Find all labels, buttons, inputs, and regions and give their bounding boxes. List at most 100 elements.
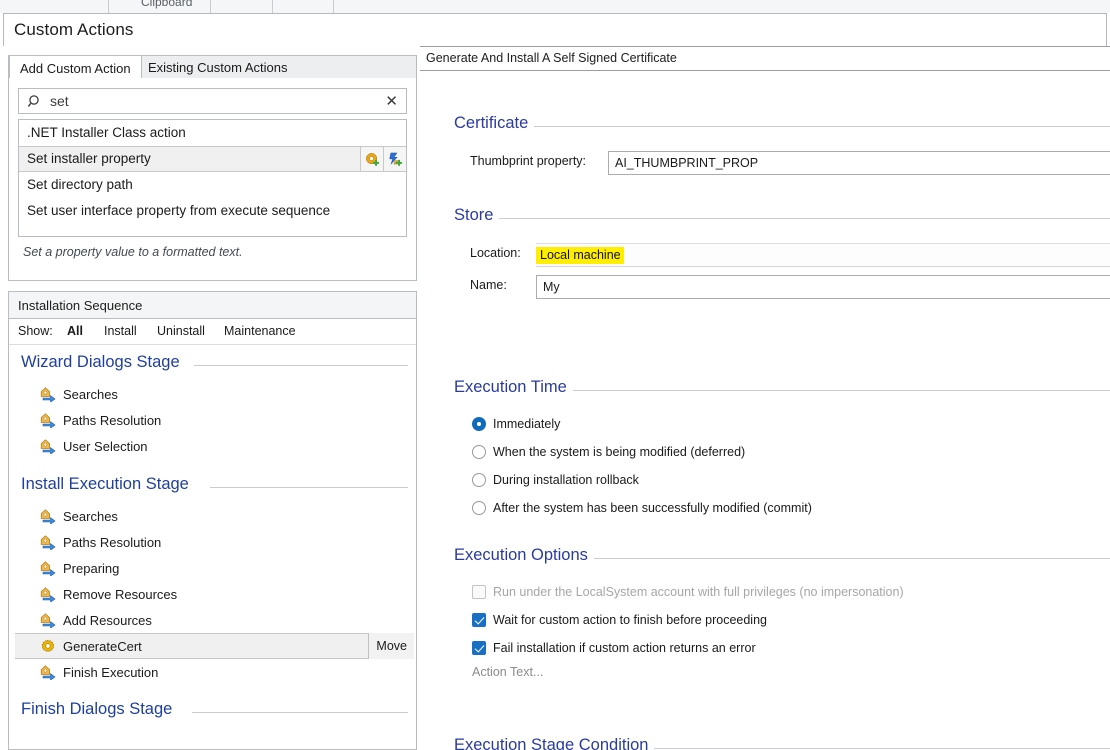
installation-sequence-body: Show: All Install Uninstall Maintenance …	[8, 319, 417, 750]
add-custom-action-bolt-icon[interactable]	[383, 147, 406, 171]
sequence-stage-list: Wizard Dialogs Stage Searches Paths Reso…	[9, 345, 416, 728]
sequence-step-icon	[39, 664, 56, 681]
sequence-item-label: Remove Resources	[63, 586, 178, 602]
stage-rule	[210, 487, 408, 488]
ribbon-separator	[108, 0, 109, 13]
sequence-step-icon	[39, 412, 56, 429]
sequence-item-add-resources[interactable]: Add Resources	[9, 607, 416, 633]
sequence-item-label: GenerateCert	[63, 638, 142, 654]
group-rule	[454, 218, 1110, 219]
right-pane: Generate And Install A Self Signed Certi…	[420, 46, 1110, 750]
sequence-step-icon	[39, 508, 56, 525]
show-filter-label: Show:	[18, 324, 53, 338]
radio-icon[interactable]	[472, 473, 486, 487]
page-title: Custom Actions	[14, 20, 134, 39]
ribbon-separator	[333, 0, 334, 13]
thumbprint-property-label: Thumbprint property:	[470, 154, 587, 168]
show-filter-all[interactable]: All	[67, 324, 83, 338]
ribbon-separator	[272, 0, 273, 13]
execution-time-option-commit[interactable]: After the system has been successfully m…	[472, 496, 812, 520]
sequence-item-label: Finish Execution	[63, 664, 159, 680]
show-filter-maintenance[interactable]: Maintenance	[224, 324, 296, 338]
stage-header-finish-dialogs: Finish Dialogs Stage	[9, 698, 416, 728]
sequence-item-label: Searches	[63, 508, 118, 524]
store-location-row: Location: Local machine	[420, 243, 1110, 267]
store-location-label: Location:	[470, 246, 521, 260]
search-box[interactable]: set ✕	[18, 88, 407, 114]
add-custom-action-gear-icon[interactable]	[360, 147, 383, 171]
installation-sequence-header: Installation Sequence	[8, 291, 417, 319]
ribbon-group-label-clipboard: Clipboard	[141, 0, 193, 9]
show-filter-uninstall[interactable]: Uninstall	[157, 324, 205, 338]
sequence-item-paths-resolution-wizard[interactable]: Paths Resolution	[9, 407, 416, 433]
list-item[interactable]: Set user interface property from execute…	[19, 198, 406, 224]
clear-search-icon[interactable]: ✕	[385, 92, 398, 111]
group-title-execution-stage-condition: Execution Stage Condition	[454, 736, 655, 750]
show-filter-install[interactable]: Install	[104, 324, 137, 338]
group-rule	[454, 126, 1110, 127]
sequence-step-icon	[39, 586, 56, 603]
execution-time-option-deferred[interactable]: When the system is being modified (defer…	[472, 440, 745, 464]
installation-sequence-title: Installation Sequence	[18, 298, 143, 313]
stage-rule	[192, 712, 408, 713]
sequence-step-icon	[39, 612, 56, 629]
option-label: During installation rollback	[493, 473, 639, 487]
sequence-item-label: Add Resources	[63, 612, 152, 628]
checkbox-icon[interactable]	[472, 613, 486, 627]
search-input-value[interactable]: set	[50, 93, 69, 109]
sequence-item-label: Preparing	[63, 560, 120, 576]
group-title-execution-options: Execution Options	[454, 546, 594, 565]
list-item[interactable]: Set directory path	[19, 172, 406, 198]
execution-time-option-rollback[interactable]: During installation rollback	[472, 468, 639, 492]
store-name-field[interactable]: My	[536, 275, 1110, 299]
radio-icon[interactable]	[472, 417, 486, 431]
list-item-actions	[360, 147, 406, 171]
action-text-link[interactable]: Action Text...	[472, 665, 543, 679]
group-title-certificate: Certificate	[454, 114, 535, 133]
group-title-store: Store	[454, 206, 500, 225]
checkbox-icon[interactable]	[472, 585, 486, 599]
list-item-selected[interactable]: Set installer property	[19, 146, 406, 172]
show-filter-row: Show: All Install Uninstall Maintenance	[9, 319, 416, 345]
option-label: When the system is being modified (defer…	[493, 445, 746, 459]
sequence-item-finish-execution[interactable]: Finish Execution	[9, 659, 416, 685]
option-label: Run under the LocalSystem account with f…	[493, 585, 904, 599]
sequence-step-icon	[39, 386, 56, 403]
move-button[interactable]: Move	[368, 633, 414, 659]
store-name-label: Name:	[470, 278, 507, 292]
radio-icon[interactable]	[472, 445, 486, 459]
execution-option-fail-on-error[interactable]: Fail installation if custom action retur…	[472, 636, 756, 660]
action-panel-title: Generate And Install A Self Signed Certi…	[426, 51, 677, 65]
tab-existing-custom-actions[interactable]: Existing Custom Actions	[138, 56, 297, 80]
add-custom-action-panel: set ✕ .NET Installer Class action Set in…	[8, 78, 417, 281]
group-title-execution-time: Execution Time	[454, 378, 573, 397]
list-item-label: Set installer property	[27, 151, 151, 166]
store-location-field[interactable]: Local machine	[536, 243, 1110, 267]
search-results-list: .NET Installer Class action Set installe…	[18, 119, 407, 237]
execution-time-option-immediately[interactable]: Immediately	[472, 412, 560, 436]
sequence-item-paths-resolution-install[interactable]: Paths Resolution	[9, 529, 416, 555]
sequence-item-user-selection-wizard[interactable]: User Selection	[9, 433, 416, 459]
custom-actions-page: Clipboard Custom Actions Add Custom Acti…	[0, 0, 1110, 750]
sequence-item-searches-wizard[interactable]: Searches	[9, 381, 416, 407]
stage-rule	[194, 365, 408, 366]
page-title-bar: Custom Actions	[3, 13, 1107, 46]
sequence-item-generatecert[interactable]: GenerateCert Move	[15, 633, 414, 659]
checkbox-icon[interactable]	[472, 641, 486, 655]
thumbprint-property-field[interactable]: AI_THUMBPRINT_PROP	[608, 151, 1110, 175]
option-label: Wait for custom action to finish before …	[493, 613, 767, 627]
sequence-item-searches-install[interactable]: Searches	[9, 503, 416, 529]
execution-option-localsystem[interactable]: Run under the LocalSystem account with f…	[472, 580, 904, 604]
stage-title: Install Execution Stage	[21, 475, 189, 493]
list-item-label: Set directory path	[27, 177, 133, 192]
list-item[interactable]: .NET Installer Class action	[19, 120, 406, 146]
list-item-label: Set user interface property from execute…	[27, 203, 331, 218]
sequence-item-remove-resources[interactable]: Remove Resources	[9, 581, 416, 607]
store-name-row: Name: My	[420, 275, 1110, 299]
sequence-item-preparing[interactable]: Preparing	[9, 555, 416, 581]
option-label: Immediately	[493, 417, 561, 431]
radio-icon[interactable]	[472, 501, 486, 515]
execution-option-wait-for-finish[interactable]: Wait for custom action to finish before …	[472, 608, 767, 632]
option-label: After the system has been successfully m…	[493, 501, 812, 515]
selection-description: Set a property value to a formatted text…	[23, 245, 243, 259]
